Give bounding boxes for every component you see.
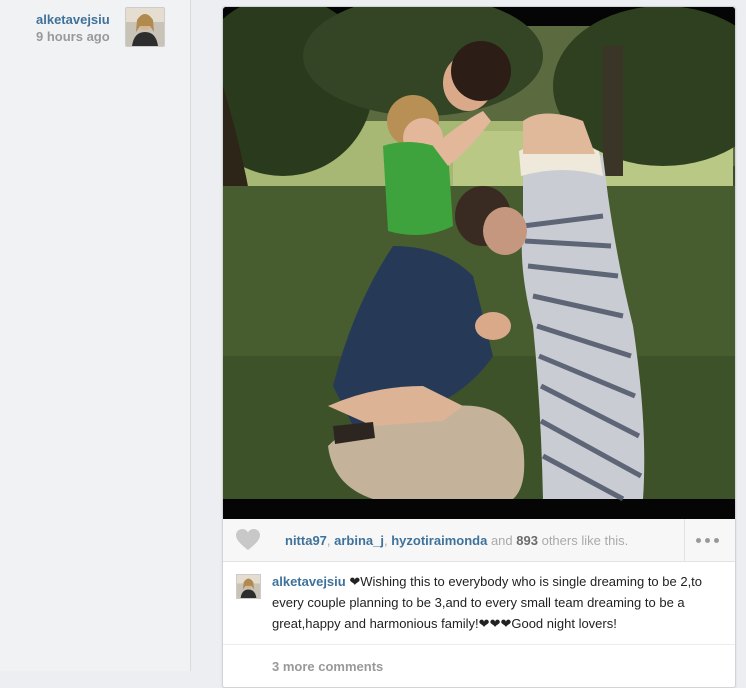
likes-count[interactable]: 893 — [516, 533, 538, 548]
post-timestamp[interactable]: 9 hours ago — [36, 28, 110, 45]
author-avatar[interactable] — [125, 7, 165, 47]
more-options-icon[interactable] — [684, 519, 735, 561]
heart-icon[interactable] — [235, 528, 261, 552]
liker-username[interactable]: arbina_j — [334, 533, 384, 548]
author-info: alketavejsiu 9 hours ago — [36, 12, 110, 45]
caption: alketavejsiu ❤Wishing this to everybody … — [223, 562, 735, 645]
caption-avatar[interactable] — [236, 574, 261, 599]
sidebar: alketavejsiu 9 hours ago — [0, 0, 191, 671]
post-photo[interactable] — [223, 7, 735, 519]
liker-username[interactable]: nitta97 — [285, 533, 327, 548]
caption-text: alketavejsiu ❤Wishing this to everybody … — [272, 571, 724, 634]
liker-username[interactable]: hyzotiraimonda — [391, 533, 487, 548]
likes-suffix: others like this. — [541, 533, 629, 548]
likes-and: and — [490, 533, 513, 548]
author-username[interactable]: alketavejsiu — [36, 12, 110, 28]
more-comments-link[interactable]: 3 more comments — [272, 659, 383, 674]
likes-summary: nitta97, arbina_j, hyzotiraimonda and 89… — [285, 533, 628, 548]
post-card: nitta97, arbina_j, hyzotiraimonda and 89… — [222, 6, 736, 688]
likes-bar: nitta97, arbina_j, hyzotiraimonda and 89… — [223, 519, 735, 562]
caption-username[interactable]: alketavejsiu — [272, 574, 346, 589]
